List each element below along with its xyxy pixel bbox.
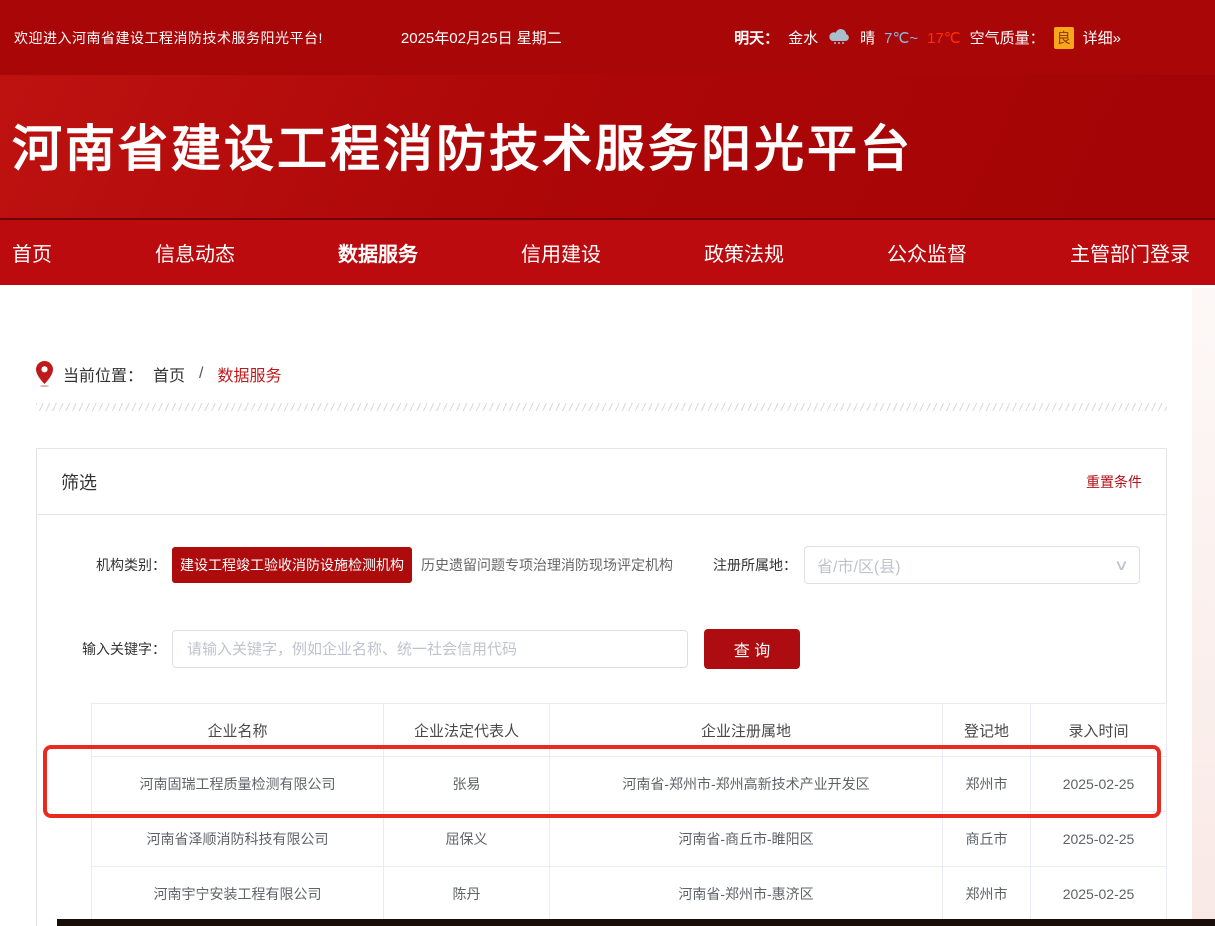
region-select[interactable]: 省/市/区(县) ∨ [804, 546, 1140, 584]
nav-item-home[interactable]: 首页 [12, 238, 52, 267]
cell-entry-time: 2025-02-25 [1031, 757, 1167, 812]
cell-entry-time: 2025-02-25 [1031, 812, 1167, 867]
filter-panel: 筛选 重置条件 机构类别： 建设工程竣工验收消防设施检测机构 历史遗留问题专项治… [36, 448, 1167, 926]
category-option-selected[interactable]: 建设工程竣工验收消防设施检测机构 [172, 547, 412, 583]
cell-registered-address: 河南省-商丘市-睢阳区 [550, 812, 943, 867]
table-row[interactable]: 河南固瑞工程质量检测有限公司 张易 河南省-郑州市-郑州高新技术产业开发区 郑州… [92, 757, 1167, 812]
keyword-label: 输入关键字： [64, 639, 166, 659]
keyword-row: 输入关键字： 查 询 [64, 629, 1140, 669]
filter-panel-header: 筛选 重置条件 [37, 449, 1166, 515]
region-select-placeholder: 省/市/区(县) [817, 553, 1116, 577]
table-row[interactable]: 河南宇宁安装工程有限公司 陈丹 河南省-郑州市-惠济区 郑州市 2025-02-… [92, 867, 1167, 922]
weather-tomorrow-label: 明天： [734, 27, 779, 48]
top-utility-bar: 欢迎进入河南省建设工程消防技术服务阳光平台! 2025年02月25日 星期二 明… [0, 0, 1215, 75]
breadcrumb-home-link[interactable]: 首页 [153, 362, 185, 386]
temp-high: 17℃ [927, 29, 961, 47]
cell-company: 河南固瑞工程质量检测有限公司 [92, 757, 384, 812]
cell-registered-address: 河南省-郑州市-惠济区 [550, 867, 943, 922]
cell-registration-place: 郑州市 [943, 757, 1031, 812]
site-title: 河南省建设工程消防技术服务阳光平台 [0, 75, 1215, 181]
col-header-company: 企业名称 [92, 704, 384, 757]
category-label: 机构类别： [64, 555, 166, 575]
chevron-down-icon: ∨ [1114, 556, 1129, 574]
cell-company: 河南省泽顺消防科技有限公司 [92, 812, 384, 867]
breadcrumb-current: 数据服务 [217, 362, 281, 386]
weather-widget: 明天： 金水 晴 7℃~ 17℃ 空气质量： 良 详细» [734, 27, 1121, 49]
location-pin-icon [36, 361, 53, 387]
cell-registration-place: 郑州市 [943, 867, 1031, 922]
cell-registered-address: 河南省-郑州市-郑州高新技术产业开发区 [550, 757, 943, 812]
nav-item-data-service[interactable]: 数据服务 [338, 238, 418, 267]
col-header-entry-time: 录入时间 [1031, 704, 1167, 757]
region-label: 注册所属地： [713, 555, 797, 575]
main-nav: 首页 信息动态 数据服务 信用建设 政策法规 公众监督 主管部门登录 [0, 218, 1215, 285]
breadcrumb: 当前位置： 首页 / 数据服务 [36, 361, 1167, 387]
col-header-legal-rep: 企业法定代表人 [384, 704, 550, 757]
nav-item-admin-login[interactable]: 主管部门登录 [1070, 238, 1190, 267]
footer-bar-top-edge [57, 919, 1215, 926]
nav-item-supervision[interactable]: 公众监督 [887, 238, 967, 267]
table-row[interactable]: 河南省泽顺消防科技有限公司 屈保义 河南省-商丘市-睢阳区 商丘市 2025-0… [92, 812, 1167, 867]
aqi-badge: 良 [1054, 27, 1074, 49]
breadcrumb-label: 当前位置： [63, 362, 143, 386]
cell-entry-time: 2025-02-25 [1031, 867, 1167, 922]
page-content: 当前位置： 首页 / 数据服务 筛选 重置条件 机构类别： 建设工程竣工验收消防… [0, 361, 1215, 926]
cell-legal-rep: 张易 [384, 757, 550, 812]
nav-item-credit[interactable]: 信用建设 [521, 238, 601, 267]
cell-registration-place: 商丘市 [943, 812, 1031, 867]
nav-item-policy[interactable]: 政策法规 [704, 238, 784, 267]
temp-low: 7℃~ [884, 29, 918, 47]
site-banner: 河南省建设工程消防技术服务阳光平台 [0, 75, 1215, 218]
cell-company: 河南宇宁安装工程有限公司 [92, 867, 384, 922]
search-button[interactable]: 查 询 [704, 629, 800, 669]
aqi-label: 空气质量： [970, 27, 1045, 48]
breadcrumb-separator: / [199, 365, 203, 383]
cell-legal-rep: 陈丹 [384, 867, 550, 922]
col-header-registered-address: 企业注册属地 [550, 704, 943, 757]
category-option-other[interactable]: 历史遗留问题专项治理消防现场评定机构 [421, 555, 673, 575]
nav-item-news[interactable]: 信息动态 [155, 238, 235, 267]
cell-legal-rep: 屈保义 [384, 812, 550, 867]
welcome-text: 欢迎进入河南省建设工程消防技术服务阳光平台! [14, 28, 323, 48]
weather-detail-link[interactable]: 详细» [1083, 27, 1121, 48]
slash-divider [36, 403, 1167, 411]
reset-filters-link[interactable]: 重置条件 [1086, 472, 1142, 492]
table-header-row: 企业名称 企业法定代表人 企业注册属地 登记地 录入时间 [92, 704, 1167, 757]
weather-cloud-icon [827, 27, 851, 48]
date-text: 2025年02月25日 星期二 [401, 27, 562, 48]
keyword-input[interactable] [172, 630, 688, 668]
filter-title: 筛选 [61, 469, 97, 495]
filter-form: 机构类别： 建设工程竣工验收消防设施检测机构 历史遗留问题专项治理消防现场评定机… [37, 515, 1166, 922]
region-group: 注册所属地： 省/市/区(县) ∨ [713, 546, 1140, 584]
weather-city: 金水 [788, 27, 818, 48]
col-header-registration-place: 登记地 [943, 704, 1031, 757]
category-row: 机构类别： 建设工程竣工验收消防设施检测机构 历史遗留问题专项治理消防现场评定机… [64, 546, 1140, 584]
weather-condition: 晴 [860, 27, 875, 48]
results-table: 企业名称 企业法定代表人 企业注册属地 登记地 录入时间 河南固瑞工程质量检测有… [91, 703, 1167, 922]
